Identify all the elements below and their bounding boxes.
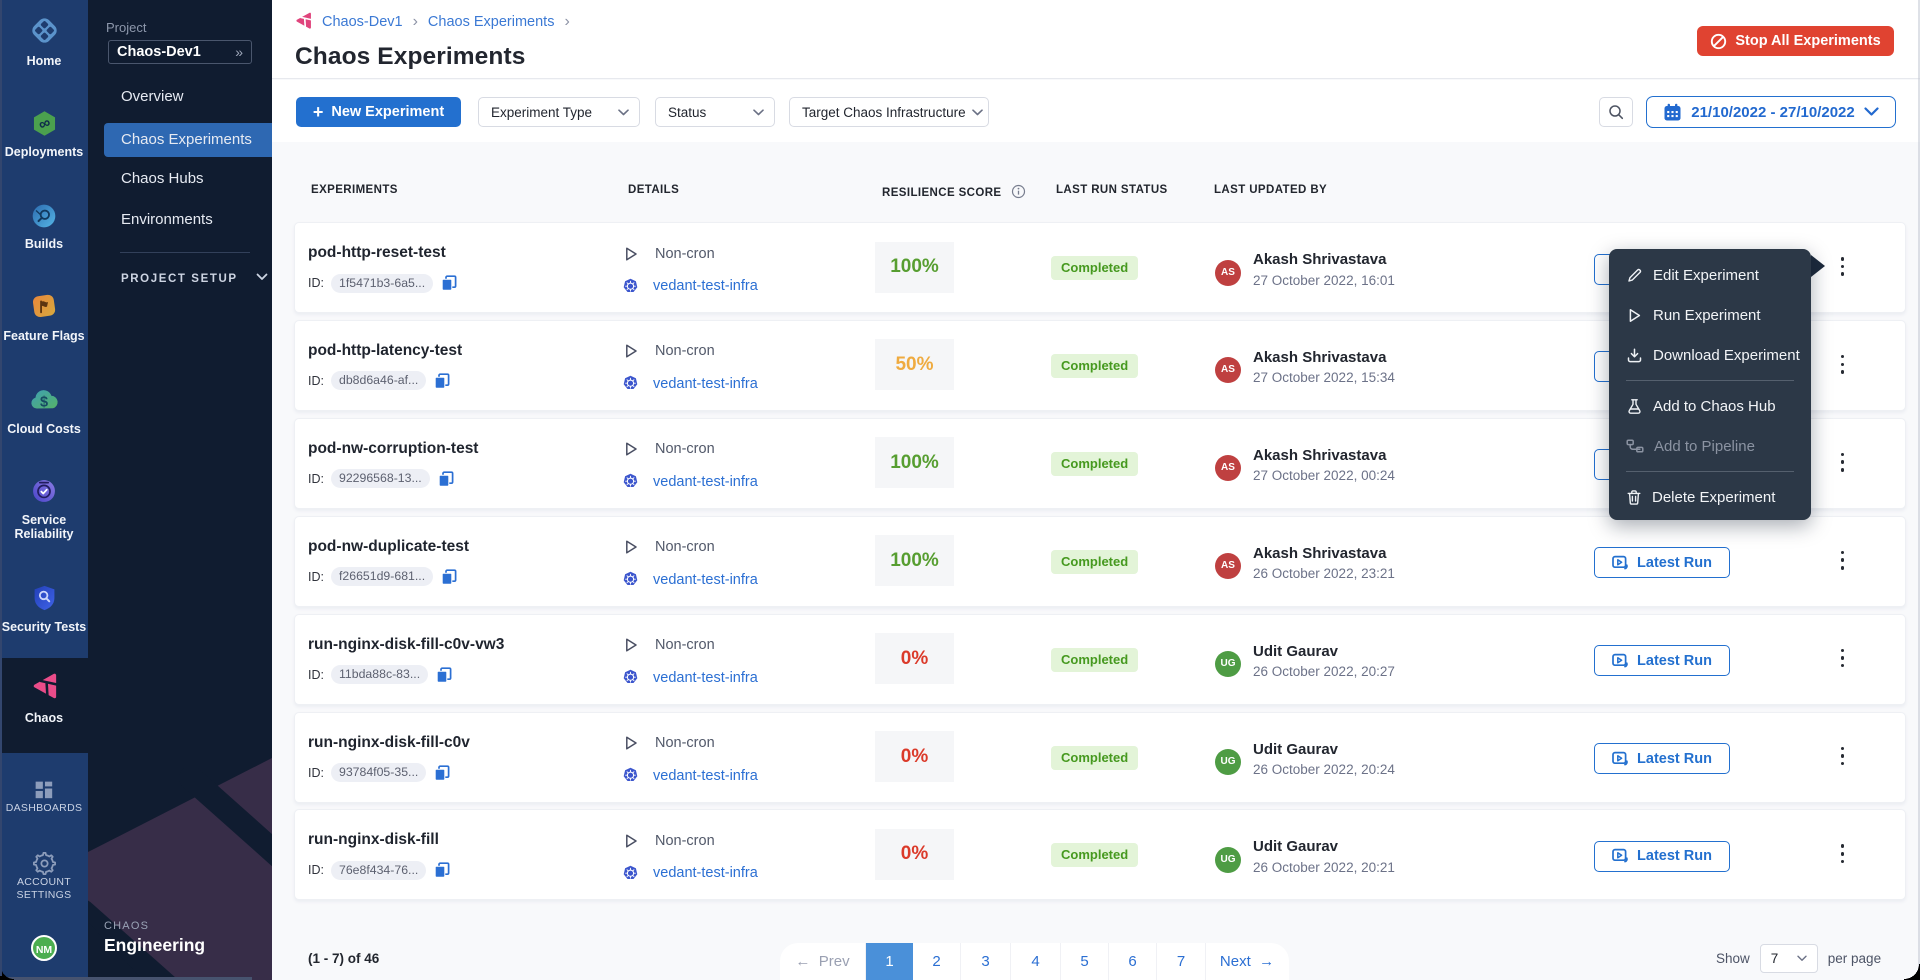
svg-text:$: $ xyxy=(40,394,48,410)
